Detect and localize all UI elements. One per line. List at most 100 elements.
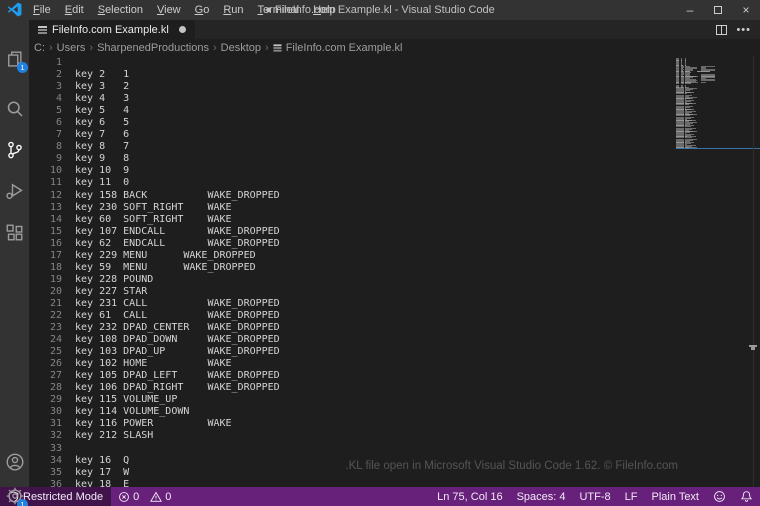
breadcrumb-item[interactable]: Users: [57, 42, 86, 54]
code-line[interactable]: 4 key 4 3: [29, 93, 280, 105]
problems-button[interactable]: 0 0: [111, 487, 178, 506]
line-number: 16: [49, 237, 62, 249]
code-line[interactable]: 10 key 10 9: [29, 165, 280, 177]
status-language-mode[interactable]: Plain Text: [645, 487, 707, 506]
status-encoding[interactable]: UTF-8: [572, 487, 617, 506]
line-number: 10: [49, 165, 62, 177]
editor[interactable]: 1 2 key 2 1 3 key 3 2 4 key 4 3 5 key 5 4 6 key 6 …: [29, 56, 760, 487]
code-line[interactable]: 2 key 2 1: [29, 69, 280, 81]
code-line[interactable]: 5 key 5 4: [29, 105, 280, 117]
line-number: 20: [49, 285, 62, 297]
code-line[interactable]: 36 key 18 E: [29, 479, 280, 487]
code-line[interactable]: 14 key 60 SOFT_RIGHT WAKE: [29, 214, 280, 226]
errors-count: 0: [133, 490, 140, 503]
notifications-button[interactable]: [733, 487, 760, 506]
warnings-count: 0: [165, 490, 172, 503]
line-number: 19: [49, 273, 62, 285]
line-number: 31: [49, 418, 62, 430]
line-number: 25: [49, 346, 62, 358]
code-line[interactable]: 26 key 102 HOME WAKE: [29, 358, 280, 370]
code-line[interactable]: 16 key 62 ENDCALL WAKE_DROPPED: [29, 238, 280, 250]
menu-file[interactable]: File: [26, 0, 58, 20]
line-text: key 102 HOME WAKE: [75, 358, 232, 370]
breadcrumb-item[interactable]: SharpenedProductions: [97, 42, 209, 54]
status-eol[interactable]: LF: [618, 487, 645, 506]
code-line[interactable]: 30 key 114 VOLUME_DOWN: [29, 406, 280, 418]
menu-edit[interactable]: Edit: [58, 0, 91, 20]
more-actions-icon[interactable]: •••: [736, 24, 751, 35]
line-text: key 60 SOFT_RIGHT WAKE: [75, 213, 232, 225]
settings-badge: 1: [17, 499, 28, 506]
line-text: key 17 W: [75, 466, 130, 478]
activity-search-icon[interactable]: [2, 96, 27, 121]
modified-dot-icon[interactable]: [178, 26, 186, 33]
activity-explorer-icon[interactable]: 1: [2, 46, 28, 73]
line-number: 6: [55, 117, 62, 129]
line-text: [62, 57, 75, 69]
code-line[interactable]: 32 key 212 SLASH: [29, 430, 280, 442]
code-line[interactable]: 13 key 230 SOFT_RIGHT WAKE: [29, 202, 280, 214]
code-line[interactable]: 33: [29, 443, 280, 455]
activity-extensions-icon[interactable]: [2, 220, 27, 245]
line-number: 22: [49, 309, 62, 321]
feedback-button[interactable]: [706, 487, 733, 506]
window-title: ● FileInfo.com Example.kl - Visual Studi…: [265, 4, 495, 16]
line-number: 11: [49, 177, 62, 189]
code-line[interactable]: 12 key 158 BACK WAKE_DROPPED: [29, 190, 280, 202]
code-line[interactable]: 8 key 8 7: [29, 141, 280, 153]
code-line[interactable]: 27 key 105 DPAD_LEFT WAKE_DROPPED: [29, 370, 280, 382]
code-line[interactable]: 35 key 17 W: [29, 467, 280, 479]
menu-view[interactable]: View: [150, 0, 188, 20]
breadcrumb-item[interactable]: Desktop: [221, 42, 261, 54]
line-text: key 4 3: [75, 93, 130, 105]
minimap[interactable]: [676, 57, 754, 207]
code-line[interactable]: 34 key 16 Q: [29, 455, 280, 467]
code-line[interactable]: 24 key 108 DPAD_DOWN WAKE_DROPPED: [29, 334, 280, 346]
code-line[interactable]: 9 key 9 8: [29, 153, 280, 165]
tab-fileinfo-example[interactable]: FileInfo.com Example.kl: [29, 20, 195, 39]
code-line[interactable]: 18 key 59 MENU WAKE_DROPPED: [29, 262, 280, 274]
line-text: key 158 BACK WAKE_DROPPED: [75, 189, 280, 201]
line-number: 28: [49, 382, 62, 394]
code-line[interactable]: 31 key 116 POWER WAKE: [29, 418, 280, 430]
code-line[interactable]: 23 key 232 DPAD_CENTER WAKE_DROPPED: [29, 322, 280, 334]
line-text: key 231 CALL WAKE_DROPPED: [75, 297, 280, 309]
menu-run[interactable]: Run: [216, 0, 250, 20]
code-line[interactable]: 6 key 6 5: [29, 117, 280, 129]
status-cursor-position[interactable]: Ln 75, Col 16: [430, 487, 509, 506]
activity-source-control-icon[interactable]: [2, 137, 27, 162]
line-number: 2: [55, 69, 62, 81]
activity-settings-icon[interactable]: 1: [2, 483, 28, 506]
code-line[interactable]: 21 key 231 CALL WAKE_DROPPED: [29, 298, 280, 310]
code-line[interactable]: 29 key 115 VOLUME_UP: [29, 394, 280, 406]
close-button[interactable]: ×: [732, 0, 760, 20]
breadcrumb-file[interactable]: FileInfo.com Example.kl: [286, 42, 403, 54]
activity-account-icon[interactable]: [2, 449, 27, 474]
line-number: 26: [49, 358, 62, 370]
code-line[interactable]: 19 key 228 POUND: [29, 274, 280, 286]
line-text: key 7 6: [75, 129, 130, 141]
activity-run-debug-icon[interactable]: [2, 178, 27, 203]
code-line[interactable]: 28 key 106 DPAD_RIGHT WAKE_DROPPED: [29, 382, 280, 394]
menu-selection[interactable]: Selection: [91, 0, 150, 20]
code-line[interactable]: 22 key 61 CALL WAKE_DROPPED: [29, 310, 280, 322]
code-line[interactable]: 3 key 3 2: [29, 81, 280, 93]
line-text: key 229 MENU WAKE_DROPPED: [75, 249, 256, 261]
line-number: 13: [49, 201, 62, 213]
code-line[interactable]: 1: [29, 57, 280, 69]
minimize-button[interactable]: –: [676, 0, 704, 20]
maximize-button[interactable]: [704, 0, 732, 20]
line-number: 9: [55, 153, 62, 165]
breadcrumb-item[interactable]: C:: [34, 42, 45, 54]
menu-go[interactable]: Go: [188, 0, 217, 20]
code-line[interactable]: 17 key 229 MENU WAKE_DROPPED: [29, 250, 280, 262]
line-text: key 2 1: [75, 69, 130, 81]
code-line[interactable]: 15 key 107 ENDCALL WAKE_DROPPED: [29, 226, 280, 238]
code-line[interactable]: 25 key 103 DPAD_UP WAKE_DROPPED: [29, 346, 280, 358]
bell-icon: [740, 491, 753, 502]
code-line[interactable]: 11 key 11 0: [29, 177, 280, 189]
code-line[interactable]: 20 key 227 STAR: [29, 286, 280, 298]
code-line[interactable]: 7 key 7 6: [29, 129, 280, 141]
split-editor-icon[interactable]: [716, 24, 728, 35]
status-indentation[interactable]: Spaces: 4: [510, 487, 573, 506]
